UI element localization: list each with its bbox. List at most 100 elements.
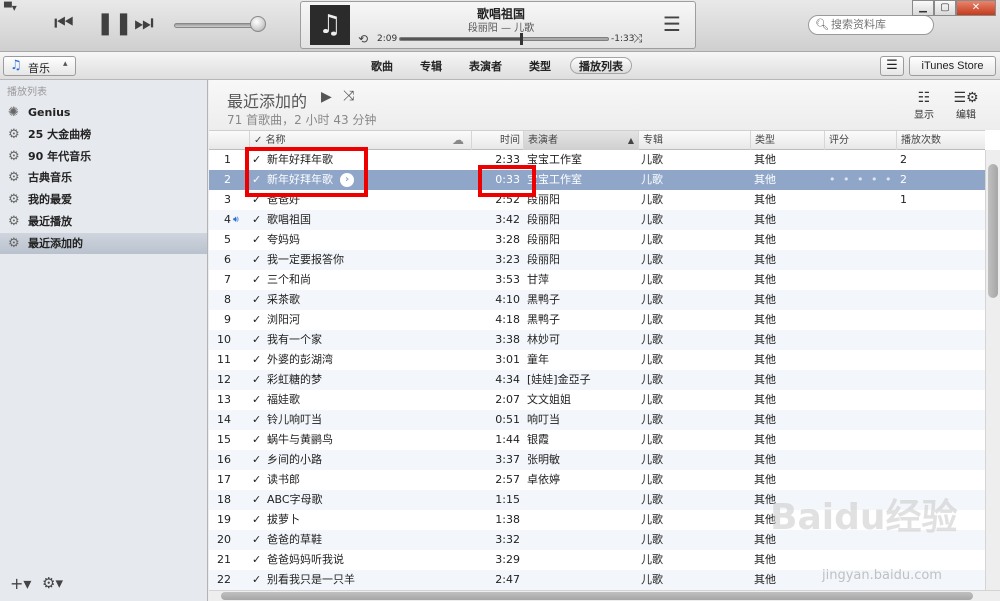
table-row[interactable]: ✓ 5 夸妈妈 3:28 段丽阳 儿歌 其他 (209, 230, 985, 250)
song-checkbox[interactable]: ✓ (252, 470, 264, 490)
row-number: 9 (224, 313, 231, 326)
column-artist[interactable]: 表演者 ▲ (523, 131, 638, 150)
play-playlist-icon[interactable]: ▶ (321, 89, 332, 105)
pause-button[interactable]: ❚❚ (96, 12, 133, 36)
sidebar-item-6[interactable]: ⚙ 最近添加的 (0, 232, 207, 254)
song-checkbox[interactable]: ✓ (252, 410, 264, 430)
song-checkbox[interactable]: ✓ (252, 270, 264, 290)
song-checkbox[interactable]: ✓ (252, 310, 264, 330)
song-name: 三个和尚 (267, 273, 311, 286)
minimize-window-button[interactable]: ▁ (912, 0, 934, 16)
gear-icon[interactable]: ⚙▾ (42, 574, 63, 592)
next-track-button[interactable]: ⏭ (134, 12, 154, 36)
add-playlist-icon[interactable]: +▾ (10, 574, 31, 593)
column-time[interactable]: 时间 (471, 131, 523, 150)
highlight-box-duration (478, 165, 536, 197)
search-box[interactable]: 🔍︎ (808, 15, 934, 35)
song-checkbox[interactable]: ✓ (252, 210, 264, 230)
navigation-bar: ♫ 音乐 ▴ 歌曲 专辑 表演者 类型 播放列表 ☰ iTunes Store (0, 52, 1000, 80)
itunes-store-button[interactable]: iTunes Store (909, 56, 996, 76)
sidebar-item-1[interactable]: ⚙ 25 大金曲榜 (0, 124, 207, 145)
song-checkbox[interactable]: ✓ (252, 390, 264, 410)
horizontal-scroll-thumb[interactable] (221, 592, 973, 600)
table-row[interactable]: ✓ 12 彩虹糖的梦 4:34 [娃娃]金亞子 儿歌 其他 (209, 370, 985, 390)
song-album: 儿歌 (641, 293, 663, 306)
tab-3[interactable]: 类型 (529, 58, 551, 75)
rating-dots[interactable]: • • • • • (829, 170, 899, 190)
table-row[interactable]: ✓ 17 读书郎 2:57 卓依婷 儿歌 其他 (209, 470, 985, 490)
song-checkbox[interactable]: ✓ (252, 250, 264, 270)
library-source-select[interactable]: ♫ 音乐 ▴ (3, 56, 76, 76)
song-genre: 其他 (754, 413, 776, 426)
sidebar-item-3[interactable]: ⚙ 古典音乐 (0, 167, 207, 188)
search-input[interactable] (831, 18, 931, 31)
show-button[interactable]: ☷ 显示 (909, 90, 939, 121)
maximize-window-button[interactable]: ▢ (934, 0, 956, 16)
song-checkbox[interactable]: ✓ (252, 430, 264, 450)
progress-knob[interactable] (519, 33, 523, 45)
song-name: 歌唱祖国 (267, 213, 311, 226)
edit-button[interactable]: ☰⚙ 编辑 (951, 90, 981, 121)
horizontal-scrollbar[interactable] (209, 590, 1000, 601)
table-row[interactable]: ✓ 14 铃儿响叮当 0:51 响叮当 儿歌 其他 (209, 410, 985, 430)
progress-bar[interactable] (399, 33, 609, 45)
album-art-icon[interactable]: ♫ (310, 5, 350, 45)
song-time: 2:57 (495, 473, 520, 486)
previous-track-button[interactable]: ⏮ (54, 12, 74, 36)
table-row[interactable]: ✓ 7 三个和尚 3:53 甘萍 儿歌 其他 (209, 270, 985, 290)
song-checkbox[interactable]: ✓ (252, 570, 264, 590)
column-rating[interactable]: 评分 (824, 131, 896, 150)
column-album[interactable]: 专辑 (638, 131, 750, 150)
sidebar-item-2[interactable]: ⚙ 90 年代音乐 (0, 146, 207, 167)
vertical-scroll-thumb[interactable] (988, 164, 998, 298)
table-row[interactable]: ✓ 9 浏阳河 4:18 黑鸭子 儿歌 其他 (209, 310, 985, 330)
song-album: 儿歌 (641, 313, 663, 326)
cloud-icon[interactable]: ☁ (452, 131, 464, 150)
sidebar-heading: 播放列表 (7, 87, 47, 98)
table-row[interactable]: ✓ 6 我一定要报答你 3:23 段丽阳 儿歌 其他 (209, 250, 985, 270)
table-row[interactable]: ✓ 10 我有一个家 3:38 林妙可 儿歌 其他 (209, 330, 985, 350)
table-row[interactable]: ✓ 15 蜗牛与黄鹂鸟 1:44 银霞 儿歌 其他 (209, 430, 985, 450)
tab-2[interactable]: 表演者 (469, 58, 502, 75)
song-checkbox[interactable]: ✓ (252, 450, 264, 470)
song-checkbox[interactable]: ✓ (252, 550, 264, 570)
table-row[interactable]: 🔊︎ ✓ 4 歌唱祖国 3:42 段丽阳 儿歌 其他 (209, 210, 985, 230)
song-checkbox[interactable]: ✓ (252, 490, 264, 510)
repeat-icon[interactable]: ⟲ (358, 32, 368, 46)
song-checkbox[interactable]: ✓ (252, 350, 264, 370)
song-checkbox[interactable]: ✓ (252, 370, 264, 390)
sidebar-item-0[interactable]: ✺ Genius (0, 102, 207, 123)
tab-1[interactable]: 专辑 (420, 58, 442, 75)
shuffle-playlist-icon[interactable]: ⤨ (343, 88, 354, 104)
table-row[interactable]: ✓ 21 爸爸妈妈听我说 3:29 儿歌 其他 (209, 550, 985, 570)
view-options-button[interactable]: ☰ (880, 56, 904, 76)
song-checkbox[interactable]: ✓ (252, 530, 264, 550)
tab-0[interactable]: 歌曲 (371, 58, 393, 75)
song-album: 儿歌 (641, 373, 663, 386)
row-number: 15 (217, 433, 231, 446)
sidebar-item-label: 古典音乐 (28, 171, 72, 185)
song-artist: 黑鸭子 (527, 313, 560, 326)
app-menu-icon[interactable]: ▀▾ (4, 3, 22, 17)
column-plays[interactable]: 播放次数 (896, 131, 985, 150)
song-checkbox[interactable]: ✓ (252, 230, 264, 250)
song-checkbox[interactable]: ✓ (252, 330, 264, 350)
song-genre: 其他 (754, 393, 776, 406)
table-row[interactable]: ✓ 8 采茶歌 4:10 黑鸭子 儿歌 其他 (209, 290, 985, 310)
volume-knob[interactable] (250, 16, 266, 32)
vertical-scrollbar[interactable] (985, 150, 1000, 590)
song-album: 儿歌 (641, 253, 663, 266)
column-genre[interactable]: 类型 (750, 131, 824, 150)
song-checkbox[interactable]: ✓ (252, 510, 264, 530)
table-row[interactable]: ✓ 16 乡间的小路 3:37 张明敏 儿歌 其他 (209, 450, 985, 470)
smart-playlist-gear-icon: ⚙ (8, 192, 20, 208)
sidebar-item-4[interactable]: ⚙ 我的最爱 (0, 189, 207, 210)
up-next-list-icon[interactable]: ☰ (663, 12, 681, 36)
tab-4[interactable]: 播放列表 (570, 57, 632, 74)
sidebar-item-5[interactable]: ⚙ 最近播放 (0, 211, 207, 232)
close-window-button[interactable]: ✕ (956, 0, 996, 16)
table-row[interactable]: ✓ 11 外婆的彭湖湾 3:01 童年 儿歌 其他 (209, 350, 985, 370)
shuffle-icon[interactable]: ⤨ (633, 31, 643, 46)
table-row[interactable]: ✓ 13 福娃歌 2:07 文文姐姐 儿歌 其他 (209, 390, 985, 410)
song-checkbox[interactable]: ✓ (252, 290, 264, 310)
